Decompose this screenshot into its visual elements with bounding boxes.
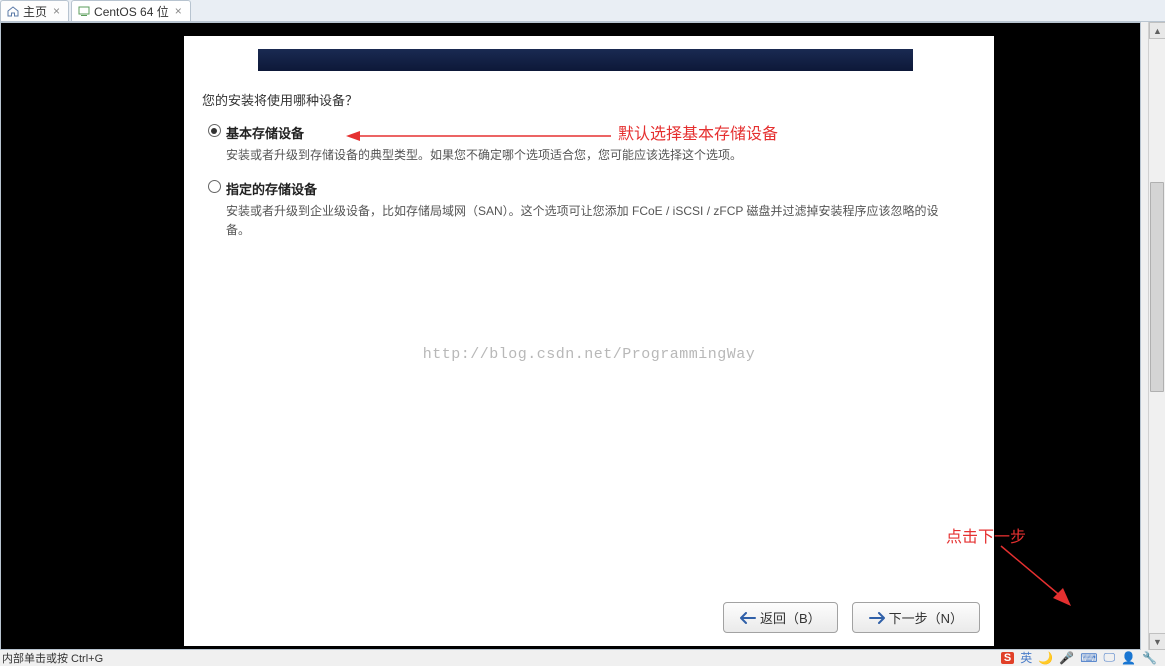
option-desc: 安装或者升级到存储设备的典型类型。如果您不确定哪个选项适合您，您可能应该选择这个… xyxy=(226,146,976,165)
installer-body: 您的安装将使用哪种设备？ 基本存储设备 安装或者升级到存储设备的典型类型。如果您… xyxy=(202,90,976,591)
close-icon[interactable]: × xyxy=(173,4,184,18)
tray-icon-keyboard[interactable]: ⌨ xyxy=(1080,651,1097,665)
vm-icon xyxy=(78,5,90,17)
tab-centos[interactable]: CentOS 64 位 × xyxy=(71,0,191,21)
installer-question: 您的安装将使用哪种设备？ xyxy=(202,90,976,109)
radio-specified-storage[interactable] xyxy=(208,180,221,193)
option-specified-storage[interactable]: 指定的存储设备 安装或者升级到企业级设备，比如存储局域网（SAN）。这个选项可让… xyxy=(202,179,976,240)
watermark-text: http://blog.csdn.net/ProgrammingWay xyxy=(423,346,756,363)
tab-home[interactable]: 主页 × xyxy=(0,0,69,21)
arrow-right-icon xyxy=(869,612,885,624)
ime-lang[interactable]: 英 xyxy=(1020,649,1032,666)
home-icon xyxy=(7,6,19,17)
status-tray: S 英 🌙 🎤 ⌨ 🖵 👤 🔧 xyxy=(1001,649,1165,666)
arrow-left-icon xyxy=(740,612,756,624)
tray-icon-wrench[interactable]: 🔧 xyxy=(1142,651,1157,665)
tray-icon-moon[interactable]: 🌙 xyxy=(1038,651,1053,665)
tray-icon-display[interactable]: 🖵 xyxy=(1104,650,1116,665)
scroll-down-icon[interactable]: ▼ xyxy=(1149,633,1165,650)
vertical-scrollbar[interactable]: ▲ ▼ xyxy=(1148,22,1165,650)
tray-icon-mic[interactable]: 🎤 xyxy=(1059,651,1074,665)
tab-label: 主页 xyxy=(23,3,47,20)
radio-basic-storage[interactable] xyxy=(208,124,221,137)
option-title: 基本存储设备 xyxy=(226,123,976,142)
tab-label: CentOS 64 位 xyxy=(94,3,169,20)
button-bar: 返回（B） 下一步（N） xyxy=(723,602,980,633)
installer-window: 您的安装将使用哪种设备？ 基本存储设备 安装或者升级到存储设备的典型类型。如果您… xyxy=(184,36,994,646)
tabs-bar: 主页 × CentOS 64 位 × xyxy=(0,0,1165,22)
scroll-thumb[interactable] xyxy=(1150,182,1164,392)
close-icon[interactable]: × xyxy=(51,4,62,18)
tray-icon-person[interactable]: 👤 xyxy=(1121,651,1136,665)
option-basic-storage[interactable]: 基本存储设备 安装或者升级到存储设备的典型类型。如果您不确定哪个选项适合您，您可… xyxy=(202,123,976,165)
status-bar: 内部单击或按 Ctrl+G S 英 🌙 🎤 ⌨ 🖵 👤 🔧 xyxy=(0,650,1165,665)
option-title: 指定的存储设备 xyxy=(226,179,976,198)
back-label: 返回（B） xyxy=(760,608,821,627)
option-desc: 安装或者升级到企业级设备，比如存储局域网（SAN）。这个选项可让您添加 FCoE… xyxy=(226,202,976,240)
installer-header xyxy=(258,49,913,71)
next-button[interactable]: 下一步（N） xyxy=(852,602,980,633)
scroll-up-icon[interactable]: ▲ xyxy=(1149,22,1165,39)
ime-badge[interactable]: S xyxy=(1001,652,1014,664)
status-hint: 内部单击或按 Ctrl+G xyxy=(0,650,103,666)
back-button[interactable]: 返回（B） xyxy=(723,602,838,633)
next-label: 下一步（N） xyxy=(889,608,963,627)
vm-viewport: 您的安装将使用哪种设备？ 基本存储设备 安装或者升级到存储设备的典型类型。如果您… xyxy=(0,22,1141,650)
